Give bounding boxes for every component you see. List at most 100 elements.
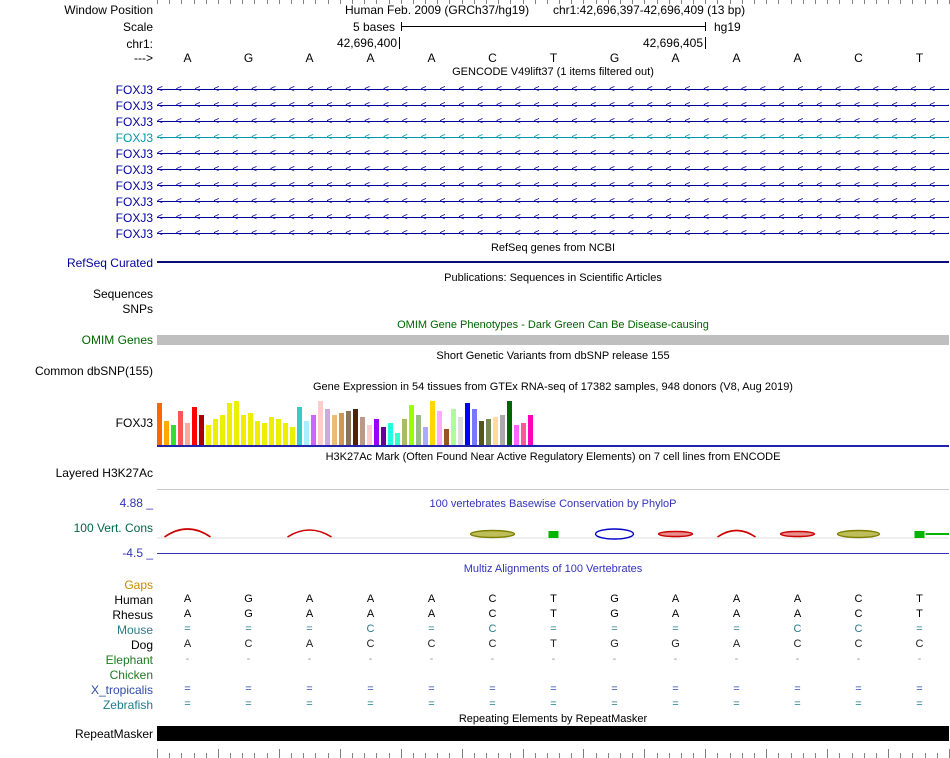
gtex-expression-bar[interactable] [374,419,379,445]
gtex-expression-bar[interactable] [269,417,274,445]
publications-snps-label[interactable]: SNPs [0,302,153,316]
multiz-species-label[interactable]: X_tropicalis [0,683,153,697]
gtex-expression-bar[interactable] [192,407,197,445]
gtex-expression-bar[interactable] [227,403,232,445]
gtex-expression-bar[interactable] [178,411,183,445]
gtex-expression-barchart[interactable] [157,397,537,445]
gencode-transcript-line[interactable]: <<<<<<<<<<<<<<<<<<<<<<<<<<<<<<<<<<<<<<<<… [157,163,949,176]
gtex-gene-label[interactable]: FOXJ3 [0,416,153,430]
gtex-expression-bar[interactable] [325,409,330,445]
gencode-item-label[interactable]: FOXJ3 [0,195,153,209]
gtex-expression-bar[interactable] [479,421,484,445]
gtex-expression-bar[interactable] [276,419,281,445]
multiz-species-label[interactable]: Chicken [0,668,153,682]
multiz-species-label[interactable]: Zebrafish [0,698,153,712]
gtex-expression-bar[interactable] [437,411,442,445]
multiz-species-label[interactable]: Elephant [0,653,153,667]
gtex-expression-bar[interactable] [486,419,491,445]
multiz-species-label[interactable]: Human [0,593,153,607]
gencode-transcript-row[interactable]: FOXJ3 <<<<<<<<<<<<<<<<<<<<<<<<<<<<<<<<<<<… [0,162,950,178]
conservation-wiggle[interactable] [157,507,949,553]
multiz-species-row[interactable]: Chicken [0,668,950,683]
gtex-expression-bar[interactable] [493,417,498,445]
gencode-transcript-row[interactable]: FOXJ3 <<<<<<<<<<<<<<<<<<<<<<<<<<<<<<<<<<<… [0,146,950,162]
gencode-item-label[interactable]: FOXJ3 [0,99,153,113]
publications-sequences-label[interactable]: Sequences [0,287,153,301]
gencode-transcript-line[interactable]: <<<<<<<<<<<<<<<<<<<<<<<<<<<<<<<<<<<<<<<<… [157,83,949,96]
conservation-track-label[interactable]: 100 Vert. Cons [0,521,153,535]
gtex-expression-bar[interactable] [521,423,526,445]
gencode-item-label[interactable]: FOXJ3 [0,131,153,145]
gtex-expression-bar[interactable] [395,433,400,445]
multiz-species-row[interactable]: Human A G A A A C T G A A A C T [0,593,950,608]
gencode-transcript-line[interactable]: <<<<<<<<<<<<<<<<<<<<<<<<<<<<<<<<<<<<<<<<… [157,195,949,208]
gtex-expression-bar[interactable] [367,425,372,445]
gencode-transcript-line[interactable]: <<<<<<<<<<<<<<<<<<<<<<<<<<<<<<<<<<<<<<<<… [157,211,949,224]
multiz-species-label[interactable]: Mouse [0,623,153,637]
gtex-expression-bar[interactable] [430,401,435,445]
gencode-transcript-row[interactable]: FOXJ3 <<<<<<<<<<<<<<<<<<<<<<<<<<<<<<<<<<<… [0,210,950,226]
gtex-expression-bar[interactable] [339,413,344,445]
gencode-transcript-line[interactable]: <<<<<<<<<<<<<<<<<<<<<<<<<<<<<<<<<<<<<<<<… [157,131,949,144]
gencode-transcript-row[interactable]: FOXJ3 <<<<<<<<<<<<<<<<<<<<<<<<<<<<<<<<<<<… [0,130,950,146]
gtex-expression-bar[interactable] [416,415,421,445]
gtex-expression-bar[interactable] [451,409,456,445]
gtex-expression-bar[interactable] [402,419,407,445]
gtex-expression-bar[interactable] [500,415,505,445]
gtex-expression-bar[interactable] [290,427,295,445]
multiz-species-label[interactable]: Dog [0,638,153,652]
gtex-expression-bar[interactable] [164,421,169,445]
gtex-expression-bar[interactable] [171,425,176,445]
multiz-species-row[interactable]: Gaps [0,578,950,593]
multiz-species-label[interactable]: Rhesus [0,608,153,622]
omim-genes-label[interactable]: OMIM Genes [0,333,153,347]
multiz-species-row[interactable]: Elephant - - - - - - - - - - - - - [0,653,950,668]
multiz-species-row[interactable]: Mouse = = = C = C = = = = C C = [0,623,950,638]
gtex-expression-bar[interactable] [360,417,365,445]
gtex-expression-bar[interactable] [381,427,386,445]
gtex-expression-bar[interactable] [507,401,512,445]
repeatmasker-label[interactable]: RepeatMasker [0,727,153,741]
gencode-transcript-line[interactable]: <<<<<<<<<<<<<<<<<<<<<<<<<<<<<<<<<<<<<<<<… [157,115,949,128]
gtex-expression-bar[interactable] [234,401,239,445]
gtex-expression-bar[interactable] [297,407,302,445]
gtex-expression-bar[interactable] [311,415,316,445]
gencode-item-label[interactable]: FOXJ3 [0,83,153,97]
gtex-expression-bar[interactable] [465,403,470,445]
gencode-item-label[interactable]: FOXJ3 [0,211,153,225]
repeatmasker-element-bar[interactable] [157,726,949,741]
gencode-transcript-line[interactable]: <<<<<<<<<<<<<<<<<<<<<<<<<<<<<<<<<<<<<<<<… [157,227,949,240]
gencode-item-label[interactable]: FOXJ3 [0,115,153,129]
gtex-expression-bar[interactable] [409,405,414,445]
gtex-expression-bar[interactable] [220,415,225,445]
gencode-item-label[interactable]: FOXJ3 [0,163,153,177]
gtex-expression-bar[interactable] [262,423,267,445]
gtex-expression-bar[interactable] [346,411,351,445]
refseq-curated-label[interactable]: RefSeq Curated [0,256,153,270]
multiz-species-row[interactable]: Dog A C A C C C T G G A C C C [0,638,950,653]
gtex-expression-bar[interactable] [318,401,323,445]
gencode-transcript-row[interactable]: FOXJ3 <<<<<<<<<<<<<<<<<<<<<<<<<<<<<<<<<<<… [0,98,950,114]
gtex-expression-bar[interactable] [213,419,218,445]
gencode-transcript-line[interactable]: <<<<<<<<<<<<<<<<<<<<<<<<<<<<<<<<<<<<<<<<… [157,99,949,112]
gtex-expression-bar[interactable] [248,413,253,445]
layered-h3k27ac-label[interactable]: Layered H3K27Ac [0,466,153,480]
gtex-expression-bar[interactable] [241,415,246,445]
gtex-expression-bar[interactable] [472,409,477,445]
gencode-transcript-row[interactable]: FOXJ3 <<<<<<<<<<<<<<<<<<<<<<<<<<<<<<<<<<<… [0,194,950,210]
gencode-item-label[interactable]: FOXJ3 [0,179,153,193]
gencode-transcript-row[interactable]: FOXJ3 <<<<<<<<<<<<<<<<<<<<<<<<<<<<<<<<<<<… [0,226,950,242]
multiz-species-label[interactable]: Gaps [0,578,153,592]
gtex-expression-bar[interactable] [255,421,260,445]
gtex-expression-bar[interactable] [514,425,519,445]
gtex-expression-bar[interactable] [283,423,288,445]
gtex-expression-bar[interactable] [423,427,428,445]
gencode-transcript-line[interactable]: <<<<<<<<<<<<<<<<<<<<<<<<<<<<<<<<<<<<<<<<… [157,179,949,192]
gtex-expression-bar[interactable] [206,425,211,445]
gencode-item-label[interactable]: FOXJ3 [0,227,153,241]
omim-gene-bar[interactable] [157,335,949,345]
multiz-species-row[interactable]: Rhesus A G A A A C T G A A A C T [0,608,950,623]
gtex-expression-bar[interactable] [388,423,393,445]
gencode-transcript-row[interactable]: FOXJ3 <<<<<<<<<<<<<<<<<<<<<<<<<<<<<<<<<<<… [0,178,950,194]
gtex-expression-bar[interactable] [332,415,337,445]
